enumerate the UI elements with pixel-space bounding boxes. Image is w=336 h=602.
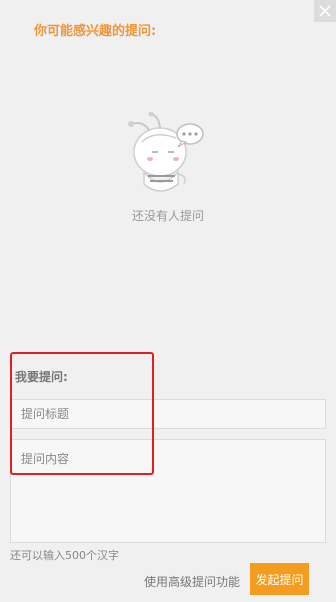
empty-state-message: 还没有人提问 [131,209,204,223]
submit-question-button[interactable]: 发起提问 [250,563,309,595]
ask-question-title: 我要提问: [15,370,68,384]
advanced-ask-link[interactable]: 使用高级提问功能 [144,573,240,590]
question-title-input[interactable] [10,399,326,429]
close-icon [319,5,331,17]
char-count-hint: 还可以输入500个汉字 [10,549,119,562]
question-content-input[interactable] [10,439,326,543]
section-title: 你可能感兴趣的提问: [34,24,157,39]
mascot-illustration [120,111,216,202]
close-button[interactable] [314,0,336,22]
